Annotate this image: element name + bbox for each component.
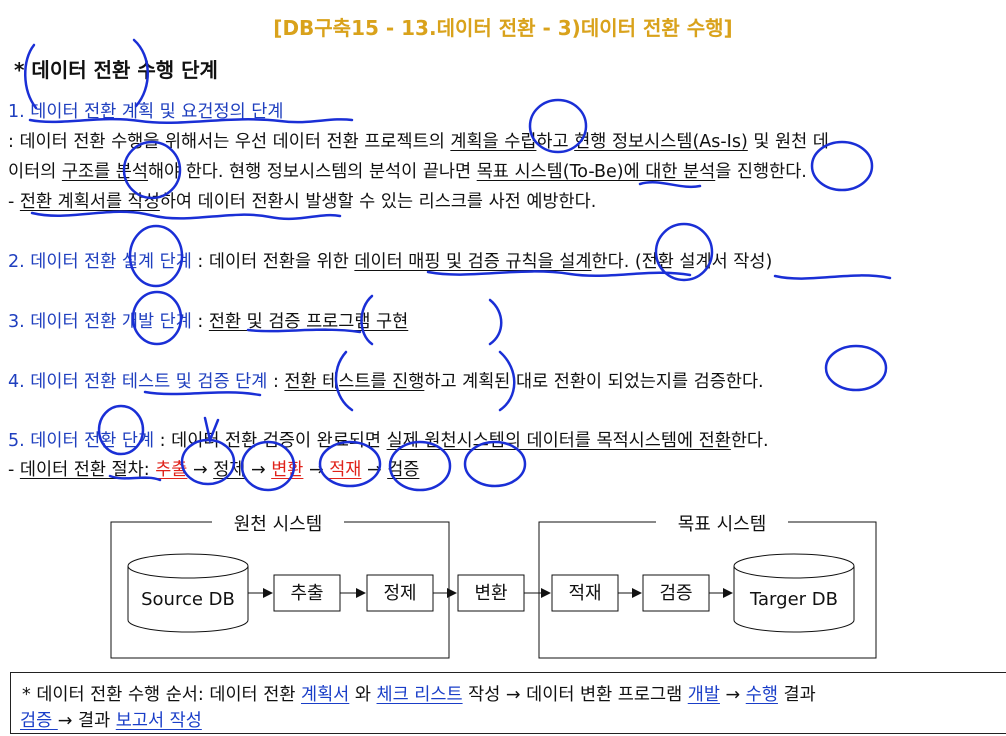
summary-link-checklist[interactable]: 체크 리스트 xyxy=(377,685,463,705)
box-cleanse-label: 정제 xyxy=(383,583,416,604)
summary-link-report[interactable]: 보고서 작성 xyxy=(116,711,202,731)
box-verify-label: 검증 xyxy=(659,583,692,604)
box-transform-label: 변환 xyxy=(474,583,507,604)
summary-text: 와 xyxy=(349,685,377,705)
summary-text: 작성 → 데이터 변환 프로그램 xyxy=(462,685,688,705)
summary-line-1: * 데이터 전환 수행 순서: 데이터 전환 계획서 와 체크 리스트 작성 →… xyxy=(22,681,816,706)
box-load-label: 적재 xyxy=(568,583,601,604)
source-db-label: Source DB xyxy=(141,589,235,610)
source-system-label: 원천 시스템 xyxy=(234,514,323,535)
summary-link-verify[interactable]: 검증 xyxy=(20,711,58,731)
summary-text: → xyxy=(719,685,746,705)
summary-link-develop[interactable]: 개발 xyxy=(688,685,720,705)
summary-text: 결과 xyxy=(777,685,816,705)
summary-line-2: 검증 → 결과 보고서 작성 xyxy=(20,707,202,732)
summary-link-execute[interactable]: 수행 xyxy=(746,685,778,705)
summary-text: → 결과 xyxy=(57,711,116,731)
summary-link-plan[interactable]: 계획서 xyxy=(301,685,349,705)
box-extract-label: 추출 xyxy=(290,583,323,604)
conversion-flow-diagram: 원천 시스템 목표 시스템 Source DB Targer DB 추출 정제 … xyxy=(110,512,877,659)
target-system-label: 목표 시스템 xyxy=(678,514,767,535)
summary-text: * 데이터 전환 수행 순서: 데이터 전환 xyxy=(22,685,301,705)
target-db-label: Targer DB xyxy=(749,589,838,610)
